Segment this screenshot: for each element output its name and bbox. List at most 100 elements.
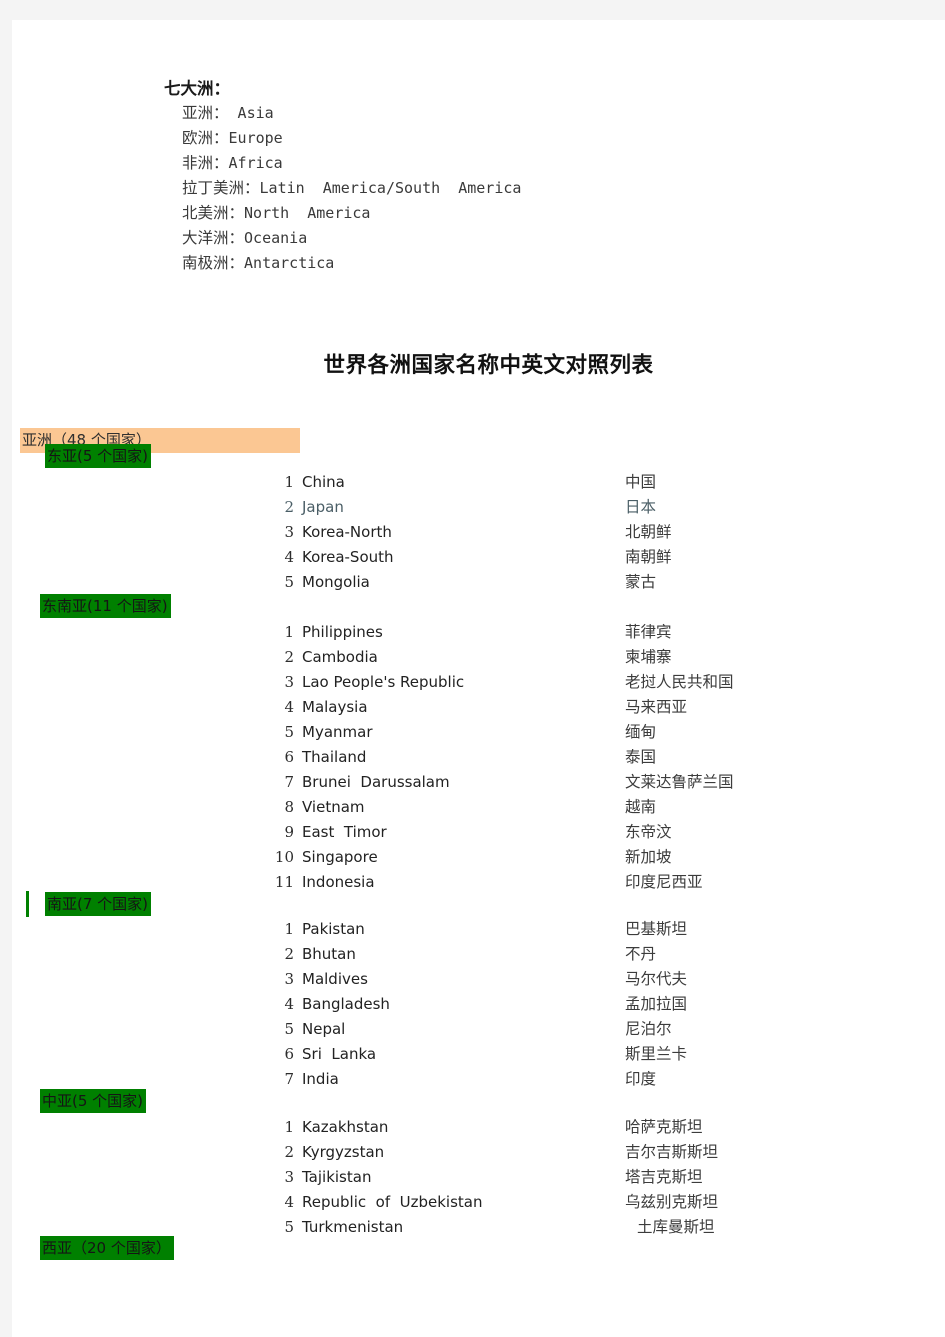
- country-name-cn: 东帝汶: [625, 823, 672, 841]
- continent-cn-latin-america: 拉丁美洲：: [182, 179, 260, 197]
- country-name-en: East Timor: [302, 823, 387, 841]
- continent-en-oceania: Oceania: [244, 229, 308, 247]
- country-index: 3: [284, 970, 294, 988]
- region-header-20: 西亚（20 个国家）: [40, 1236, 174, 1260]
- country-index: 1: [284, 920, 294, 938]
- country-name-cn: 越南: [625, 798, 657, 816]
- country-name-cn: 柬埔寨: [625, 648, 672, 666]
- country-index: 4: [284, 995, 294, 1013]
- page-title: 世界各洲国家名称中英文对照列表: [323, 353, 654, 378]
- continent-line-antarctica: 南极洲：Antarctica: [182, 251, 764, 276]
- country-name-en: Kazakhstan: [302, 1118, 389, 1136]
- country-name-cn: 乌兹别克斯坦: [625, 1193, 719, 1211]
- country-name-cn: 中国: [625, 473, 657, 491]
- country-name-en: Bangladesh: [302, 995, 390, 1013]
- country-index: 6: [284, 1045, 294, 1063]
- continent-cn-africa: 非洲：: [182, 154, 229, 172]
- country-index: 5: [284, 723, 294, 741]
- country-name-en: Singapore: [302, 848, 378, 866]
- continent-en-latin-america: Latin America/South America: [259, 179, 522, 197]
- country-name-en: Maldives: [302, 970, 368, 988]
- continent-en-antarctica: Antarctica: [244, 254, 335, 272]
- country-row: 8 Vietnam 越南: [12, 795, 945, 820]
- country-name-en: Sri Lanka: [302, 1045, 377, 1063]
- country-name-cn: 塔吉克斯坦: [625, 1168, 703, 1186]
- country-row: 7 Brunei Darussalam 文莱达鲁萨兰国: [12, 770, 945, 795]
- country-row: 3 Tajikistan 塔吉克斯坦: [12, 1165, 945, 1190]
- country-index: 10: [274, 848, 294, 866]
- country-index: 3: [284, 523, 294, 541]
- country-name-cn: 哈萨克斯坦: [625, 1118, 703, 1136]
- region-header-5: 东亚(5 个国家): [45, 444, 152, 468]
- country-name-en: Indonesia: [302, 873, 375, 891]
- region-header-11: 东南亚(11 个国家): [40, 594, 171, 618]
- country-row: 4 Korea-South 南朝鲜: [12, 545, 945, 570]
- country-index: 3: [284, 673, 294, 691]
- country-row: 3 Maldives 马尔代夫: [12, 967, 945, 992]
- country-name-cn: 文莱达鲁萨兰国: [625, 773, 734, 791]
- continent-line-asia: 亚洲： Asia: [182, 101, 764, 126]
- country-index: 5: [284, 573, 294, 591]
- country-row: 9 East Timor 东帝汶: [12, 820, 945, 845]
- country-row: 1 Philippines 菲律宾: [12, 620, 945, 645]
- country-name-en: Turkmenistan: [302, 1218, 404, 1236]
- country-name-cn: 土库曼斯坦: [637, 1218, 715, 1236]
- country-row: 2 Cambodia 柬埔寨: [12, 645, 945, 670]
- country-name-cn: 尼泊尔: [625, 1020, 672, 1038]
- region-header-7: 南亚(7 个国家): [45, 892, 152, 916]
- region-marker-7: [26, 891, 29, 917]
- country-name-en: Korea-North: [302, 523, 392, 541]
- country-name-cn: 日本: [625, 498, 657, 516]
- country-row: 5 Mongolia 蒙古: [12, 570, 945, 595]
- country-name-en: Bhutan: [302, 945, 356, 963]
- country-name-en: Myanmar: [302, 723, 373, 741]
- country-index: 2: [284, 945, 294, 963]
- country-row: 5 Nepal 尼泊尔: [12, 1017, 945, 1042]
- country-name-cn: 缅甸: [625, 723, 657, 741]
- country-name-en: Korea-South: [302, 548, 394, 566]
- continent-line-oceania: 大洋洲：Oceania: [182, 226, 764, 251]
- country-name-en: Republic of Uzbekistan: [302, 1193, 483, 1211]
- continent-line-latin-america: 拉丁美洲：Latin America/South America: [182, 176, 764, 201]
- country-row: 1 Kazakhstan 哈萨克斯坦: [12, 1115, 945, 1140]
- country-index: 2: [284, 1143, 294, 1161]
- country-name-en: China: [302, 473, 345, 491]
- country-index: 5: [284, 1020, 294, 1038]
- country-index: 2: [284, 648, 294, 666]
- country-name-cn: 泰国: [625, 748, 657, 766]
- continent-line-africa: 非洲：Africa: [182, 151, 764, 176]
- country-row: 4 Bangladesh 孟加拉国: [12, 992, 945, 1017]
- country-name-en: Nepal: [302, 1020, 346, 1038]
- continent-line-north-america: 北美洲：North America: [182, 201, 764, 226]
- country-name-en: Thailand: [302, 748, 367, 766]
- country-name-cn: 吉尔吉斯斯坦: [625, 1143, 719, 1161]
- country-name-en: Cambodia: [302, 648, 378, 666]
- country-name-en: Lao People's Republic: [302, 673, 465, 691]
- country-index: 11: [274, 873, 294, 891]
- continent-en-asia: Asia: [228, 104, 274, 122]
- country-name-cn: 印度尼西亚: [625, 873, 703, 891]
- country-index: 5: [284, 1218, 294, 1236]
- country-name-cn: 南朝鲜: [625, 548, 672, 566]
- country-name-cn: 新加坡: [625, 848, 672, 866]
- country-row: 6 Thailand 泰国: [12, 745, 945, 770]
- country-name-cn: 斯里兰卡: [625, 1045, 688, 1063]
- country-index: 3: [284, 1168, 294, 1186]
- country-row: 2 Kyrgyzstan 吉尔吉斯斯坦: [12, 1140, 945, 1165]
- country-name-cn: 老挝人民共和国: [625, 673, 734, 691]
- country-row: 4 Republic of Uzbekistan 乌兹别克斯坦: [12, 1190, 945, 1215]
- continents-heading: 七大洲：: [164, 79, 230, 98]
- country-index: 4: [284, 548, 294, 566]
- country-row: 3 Korea-North 北朝鲜: [12, 520, 945, 545]
- country-name-en: Tajikistan: [302, 1168, 372, 1186]
- country-name-cn: 印度: [625, 1070, 657, 1088]
- country-name-en: Philippines: [302, 623, 383, 641]
- continents-block: 七大洲： 亚洲： Asia 欧洲：Europe 非洲：Africa 拉丁美洲：L…: [164, 76, 764, 276]
- country-index: 1: [284, 473, 294, 491]
- country-name-en: Mongolia: [302, 573, 370, 591]
- country-name-en: Brunei Darussalam: [302, 773, 450, 791]
- document-page: 七大洲： 亚洲： Asia 欧洲：Europe 非洲：Africa 拉丁美洲：L…: [12, 20, 945, 1337]
- country-row: 10 Singapore 新加坡: [12, 845, 945, 870]
- country-index: 4: [284, 698, 294, 716]
- country-row: 1 China 中国: [12, 470, 945, 495]
